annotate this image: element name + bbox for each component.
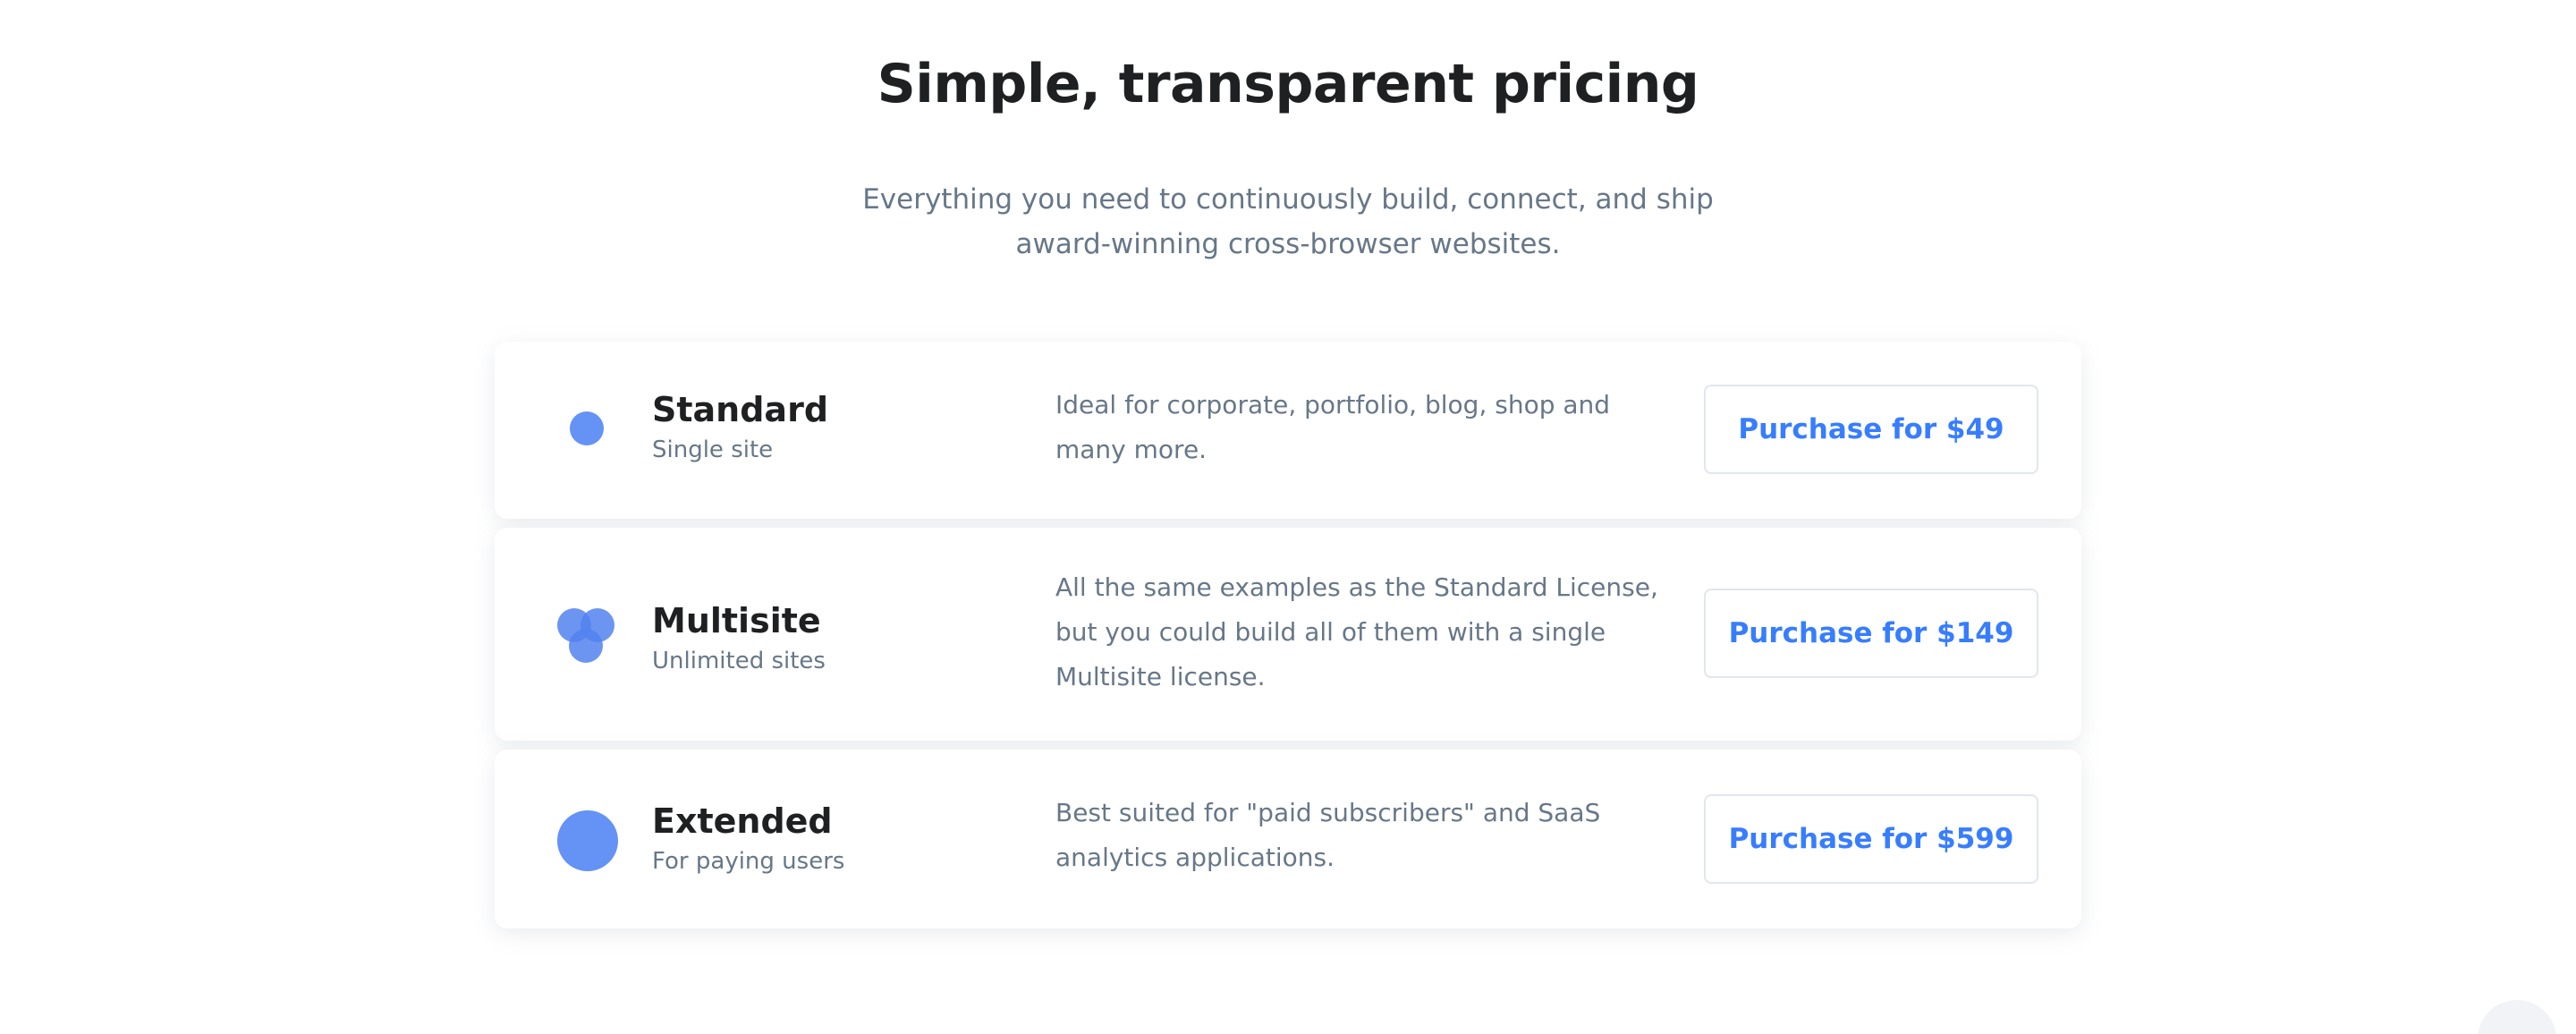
plan-name: Standard xyxy=(652,390,829,429)
purchase-multisite-button[interactable]: Purchase for $149 xyxy=(1704,589,2038,678)
plan-description: Ideal for corporate, portfolio, blog, sh… xyxy=(1055,390,1611,464)
plan-card-standard: Standard Single site Ideal for corporate… xyxy=(495,342,2081,519)
pricing-header: Simple, transparent pricing Everything y… xyxy=(0,47,2576,267)
pricing-cards: Standard Single site Ideal for corporate… xyxy=(495,342,2081,937)
three-circles-icon xyxy=(557,608,618,669)
plan-description: Best suited for "paid subscribers" and S… xyxy=(1055,798,1601,872)
plan-subtitle: For paying users xyxy=(652,848,845,875)
plan-name: Extended xyxy=(652,801,833,841)
plan-name: Multisite xyxy=(652,601,821,640)
plan-meta: Extended For paying users xyxy=(652,800,844,878)
plan-card-extended: Extended For paying users Best suited fo… xyxy=(495,750,2081,928)
plan-subtitle: Single site xyxy=(652,436,774,463)
purchase-extended-button[interactable]: Purchase for $599 xyxy=(1704,794,2038,884)
scroll-to-top-button[interactable] xyxy=(2478,1000,2556,1034)
page-subtitle: Everything you need to continuously buil… xyxy=(862,183,1714,260)
plan-card-multisite: Multisite Unlimited sites All the same e… xyxy=(495,528,2081,741)
plan-description: All the same examples as the Standard Li… xyxy=(1055,572,1658,691)
plan-meta: Standard Single site xyxy=(652,388,828,467)
plan-meta: Multisite Unlimited sites xyxy=(652,599,826,678)
large-circle-icon xyxy=(557,810,618,871)
plan-subtitle: Unlimited sites xyxy=(652,648,826,674)
page-title: Simple, transparent pricing xyxy=(877,53,1699,115)
purchase-standard-button[interactable]: Purchase for $49 xyxy=(1704,385,2038,474)
